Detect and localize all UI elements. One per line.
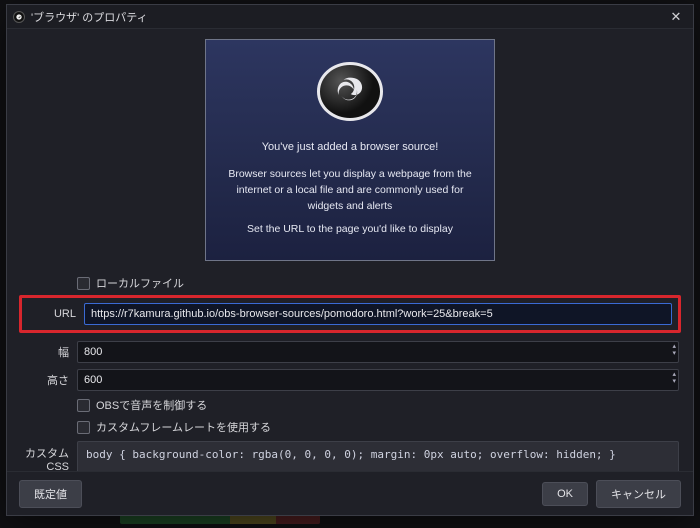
intro-panel: You've just added a browser source! Brow… (205, 39, 495, 261)
defaults-button[interactable]: 既定値 (19, 480, 82, 508)
custom-fps-label: カスタムフレームレートを使用する (96, 419, 271, 435)
height-label: 高さ (21, 372, 77, 388)
checkbox-icon (77, 421, 90, 434)
properties-dialog: 'ブラウザ' のプロパティ ✕ You've just added a brow… (6, 4, 694, 516)
control-audio-label: OBSで音声を制御する (96, 397, 207, 413)
titlebar: 'ブラウザ' のプロパティ ✕ (7, 5, 693, 29)
intro-line-1: You've just added a browser source! (262, 139, 439, 156)
ok-button[interactable]: OK (542, 482, 588, 506)
checkbox-icon (77, 277, 90, 290)
intro-line-2: Browser sources let you display a webpag… (224, 167, 476, 214)
custom-fps-checkbox[interactable]: カスタムフレームレートを使用する (77, 419, 271, 435)
url-highlight: URL (19, 295, 681, 333)
close-button[interactable]: ✕ (665, 8, 687, 26)
obs-icon (13, 11, 25, 23)
obs-logo-icon (317, 62, 383, 121)
dialog-footer: 既定値 OK キャンセル (7, 471, 693, 515)
local-file-checkbox[interactable]: ローカルファイル (77, 275, 184, 291)
cancel-button[interactable]: キャンセル (596, 480, 681, 508)
url-input[interactable] (84, 303, 672, 325)
window-title: 'ブラウザ' のプロパティ (31, 9, 148, 25)
intro-line-3: Set the URL to the page you'd like to di… (247, 222, 453, 238)
height-spinner[interactable]: ▴▾ (672, 371, 676, 385)
local-file-label: ローカルファイル (96, 275, 184, 291)
custom-css-input[interactable] (77, 441, 679, 471)
url-label: URL (28, 308, 84, 320)
width-spinner[interactable]: ▴▾ (672, 343, 676, 357)
form: ローカルファイル URL 幅 ▴▾ 高さ (21, 275, 679, 471)
height-input[interactable] (77, 369, 679, 391)
width-input[interactable] (77, 341, 679, 363)
width-label: 幅 (21, 344, 77, 360)
checkbox-icon (77, 399, 90, 412)
custom-css-label: カスタム CSS (21, 441, 77, 471)
control-audio-checkbox[interactable]: OBSで音声を制御する (77, 397, 207, 413)
